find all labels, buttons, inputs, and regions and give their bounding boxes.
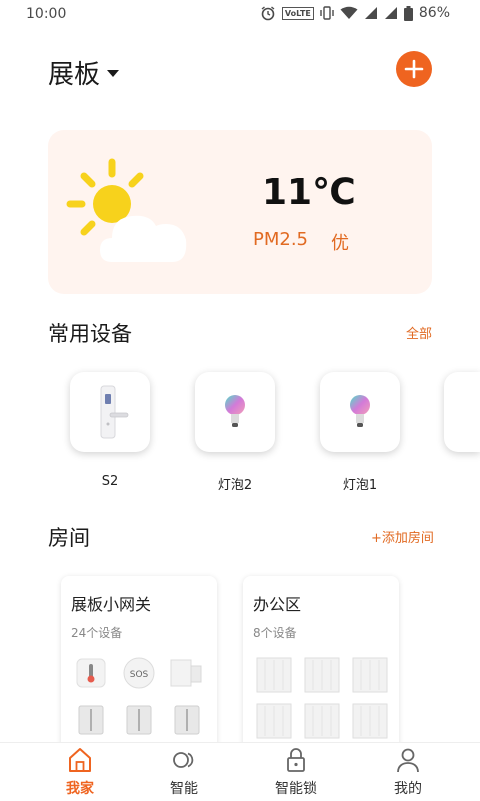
tab-home[interactable]: 我家 [20,743,140,801]
room-card-office[interactable]: 办公区 8个设备 [243,576,399,756]
home-selector[interactable]: 展板 [48,54,120,91]
pm25-label: PM2.5 [253,229,309,250]
temperature: 11℃ [262,172,356,213]
room-device-thumbnails: SOS [76,657,202,735]
air-quality-value: 优 [331,233,349,254]
battery-icon [403,5,413,21]
room-device-count: 24个设备 [71,626,123,640]
status-icons: VoLTE 86% [260,5,450,21]
person-icon [397,748,419,773]
weather-card[interactable] [48,130,432,294]
tab-smart[interactable]: 智能 [124,743,244,801]
smart-toggle-icon [173,752,194,768]
room-card-gateway[interactable]: 展板小网关 24个设备 SOS [61,576,217,756]
tab-label: 我家 [66,781,94,797]
device-tile-bulb-1[interactable] [320,372,400,452]
status-bar: 10:00 VoLTE 86% [0,0,480,28]
add-device-button[interactable] [396,51,432,87]
bulb-icon [225,395,245,427]
battery-percent: 86% [418,5,450,21]
device-label: S2 [101,474,119,489]
signal-secondary-icon [384,7,397,19]
volte-badge: VoLTE [281,6,314,20]
bulb-icon [350,395,370,427]
room-name: 办公区 [253,595,302,614]
device-tile-bulb-2[interactable] [195,372,275,452]
frequent-devices-title: 常用设备 [48,322,132,346]
rooms-title: 房间 [48,526,90,550]
alarm-icon [261,6,275,21]
plus-icon [404,59,424,79]
tab-label: 智能 [170,781,198,797]
tab-smart-lock[interactable]: 智能锁 [236,743,356,801]
caret-down-icon [107,69,120,77]
curtain-icons [256,657,388,739]
tab-label: 智能锁 [275,781,317,797]
device-label: 灯泡2 [217,478,253,493]
smart-lock-icon [100,385,129,439]
signal-icon [364,7,377,19]
svg-text:SOS: SOS [130,670,149,680]
add-room-link[interactable]: +添加房间 [371,527,434,546]
tab-label: 我的 [394,781,422,797]
tab-me[interactable]: 我的 [348,743,468,801]
home-icon [69,748,91,772]
vibrate-icon [320,6,334,20]
padlock-icon [287,748,305,772]
room-name: 展板小网关 [71,595,152,614]
device-label: 灯泡1 [342,478,378,493]
device-tile-partial[interactable] [444,372,480,452]
room-device-count: 8个设备 [253,626,297,640]
device-tile-s2[interactable] [70,372,150,452]
all-devices-link[interactable]: 全部 [406,323,432,342]
bottom-tab-bar: 我家 智能 智能锁 我的 [0,742,480,801]
wifi-icon [340,6,358,19]
home-title: 展板 [48,60,101,90]
status-time: 10:00 [26,6,67,22]
partly-cloudy-icon [66,158,187,262]
